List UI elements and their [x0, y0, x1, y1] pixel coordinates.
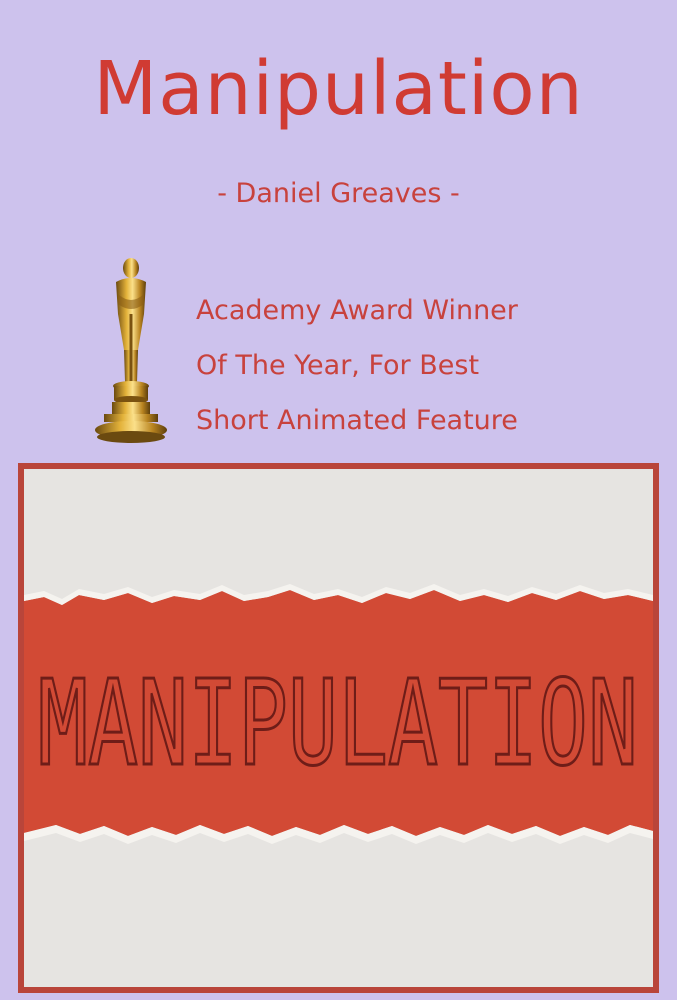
- award-line: Academy Award Winner: [196, 295, 518, 326]
- oscar-statuette-icon: [95, 258, 167, 443]
- poster-title: Manipulation: [93, 46, 584, 132]
- artwork: MANIPULATION: [24, 469, 653, 987]
- poster-subtitle: - Daniel Greaves -: [217, 178, 460, 209]
- award-line: Of The Year, For Best: [196, 350, 480, 381]
- artwork-lettering: MANIPULATION: [38, 654, 638, 792]
- torn-paper-artwork: MANIPULATION: [24, 584, 653, 844]
- poster: Manipulation - Daniel Greaves - Academy …: [0, 0, 677, 1000]
- award-line: Short Animated Feature: [196, 405, 518, 436]
- award-text: Academy Award Winner Of The Year, For Be…: [196, 283, 518, 448]
